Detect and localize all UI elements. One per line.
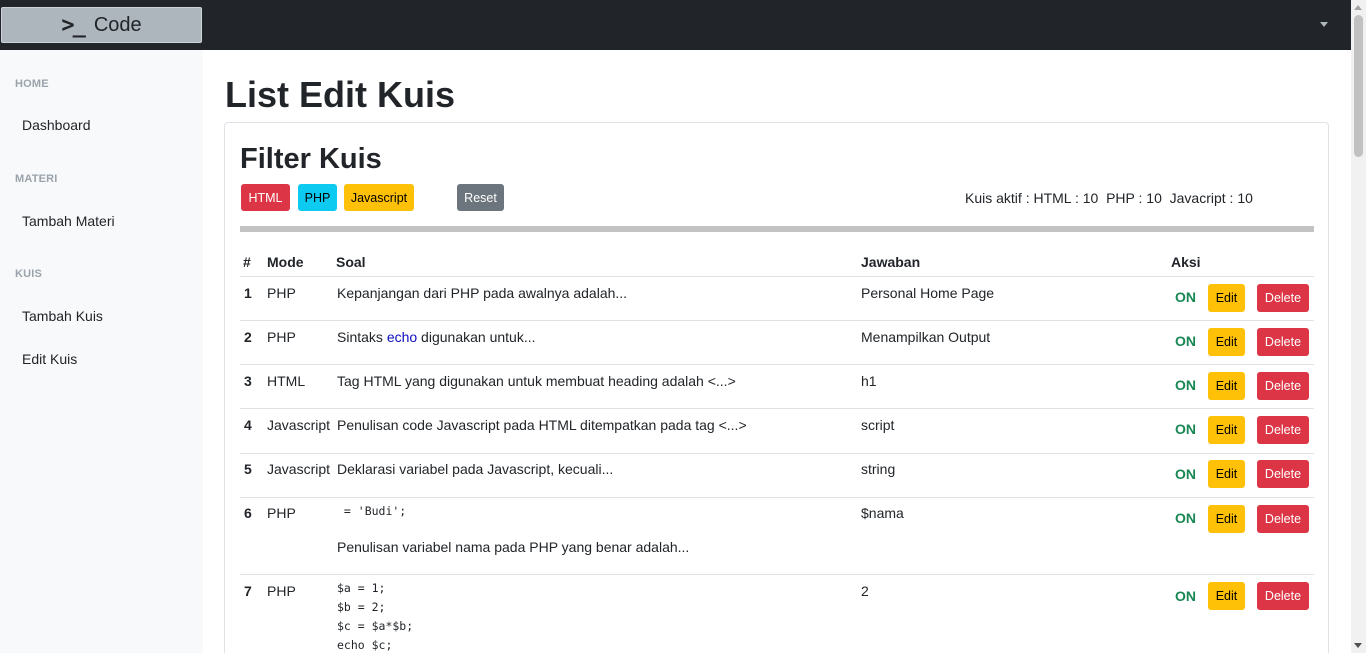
row-question-code: = 'Budi'; [337, 504, 407, 518]
row-answer: Personal Home Page [861, 285, 995, 301]
status-toggle[interactable]: ON [1175, 289, 1196, 305]
filter-divider [240, 226, 1314, 232]
sidebar-heading-home: HOME [15, 78, 49, 90]
edit-button[interactable]: Edit [1208, 284, 1245, 312]
top-navbar: >_ Code [0, 0, 1366, 50]
row-divider [240, 320, 1314, 321]
edit-button[interactable]: Edit [1208, 582, 1245, 610]
status-toggle[interactable]: ON [1175, 466, 1196, 482]
brand-button[interactable]: >_ Code [1, 7, 202, 43]
row-question: Penulisan variabel nama pada PHP yang be… [337, 539, 690, 555]
status-toggle[interactable]: ON [1175, 510, 1196, 526]
edit-button[interactable]: Edit [1208, 416, 1245, 444]
row-number: 4 [244, 417, 252, 433]
caret-down-icon[interactable] [1320, 22, 1328, 27]
sidebar-heading-kuis: KUIS [15, 268, 43, 280]
sidebar-item-edit-kuis[interactable]: Edit Kuis [22, 351, 77, 367]
row-mode: HTML [267, 373, 306, 389]
row-answer: 2 [861, 583, 869, 599]
filter-php-button[interactable]: PHP [298, 184, 337, 211]
sidebar-item-dashboard[interactable]: Dashboard [22, 117, 91, 133]
column-header-aksi: Aksi [1171, 254, 1201, 270]
delete-button[interactable]: Delete [1257, 416, 1309, 444]
row-number: 5 [244, 461, 252, 477]
row-question: Tag HTML yang digunakan untuk membuat he… [337, 373, 736, 389]
column-header-jawaban: Jawaban [861, 254, 921, 270]
question-text: digunakan untuk... [417, 329, 536, 345]
delete-button[interactable]: Delete [1257, 582, 1309, 610]
question-keyword: echo [386, 329, 418, 345]
row-question: Deklarasi variabel pada Javascript, kecu… [337, 461, 614, 477]
status-toggle[interactable]: ON [1175, 421, 1196, 437]
sidebar: HOME Dashboard MATERI Tambah Materi KUIS… [0, 50, 203, 653]
row-number: 6 [244, 505, 252, 521]
row-answer: string [861, 461, 896, 477]
row-question: Penulisan code Javascript pada HTML dite… [337, 417, 747, 433]
row-mode: PHP [267, 583, 296, 599]
question-text: Sintaks [337, 329, 387, 345]
row-divider [240, 574, 1314, 575]
row-divider [240, 364, 1314, 365]
row-divider [240, 453, 1314, 454]
row-divider [240, 408, 1314, 409]
delete-button[interactable]: Delete [1257, 505, 1309, 533]
row-question: Kepanjangan dari PHP pada awalnya adalah… [337, 285, 628, 301]
row-answer: Menampilkan Output [861, 329, 991, 345]
row-mode: PHP [267, 329, 296, 345]
delete-button[interactable]: Delete [1257, 460, 1309, 488]
row-mode: PHP [267, 285, 296, 301]
status-toggle[interactable]: ON [1175, 333, 1196, 349]
row-answer: script [861, 417, 895, 433]
delete-button[interactable]: Delete [1257, 328, 1309, 356]
row-mode: Javascript [267, 417, 331, 433]
table-header-divider [240, 276, 1314, 277]
filter-title: Filter Kuis [240, 143, 382, 175]
brand-label: Code [93, 13, 142, 36]
row-number: 2 [244, 329, 252, 345]
active-quiz-summary: Kuis aktif : HTML : 10 PHP : 10 Javacrip… [965, 190, 1253, 206]
column-header-num: # [243, 254, 251, 270]
terminal-icon: >_ [61, 12, 85, 38]
status-toggle[interactable]: ON [1175, 588, 1196, 604]
row-mode: Javascript [267, 461, 331, 477]
edit-button[interactable]: Edit [1208, 505, 1245, 533]
row-mode: PHP [267, 505, 296, 521]
page-title: List Edit Kuis [225, 74, 456, 115]
row-number: 3 [244, 373, 252, 389]
delete-button[interactable]: Delete [1257, 284, 1309, 312]
sidebar-heading-materi: MATERI [15, 173, 58, 185]
row-question: Sintaks echo digunakan untuk... [337, 329, 535, 345]
scroll-up-icon[interactable] [1354, 5, 1362, 10]
sidebar-item-tambah-kuis[interactable]: Tambah Kuis [22, 308, 103, 324]
column-header-mode: Mode [267, 254, 304, 270]
scroll-thumb[interactable] [1354, 15, 1363, 157]
page-scrollbar[interactable] [1351, 0, 1366, 653]
row-number: 7 [244, 583, 252, 599]
edit-button[interactable]: Edit [1208, 460, 1245, 488]
scroll-down-icon[interactable] [1354, 643, 1362, 648]
filter-javascript-button[interactable]: Javascript [344, 184, 414, 211]
column-header-soal: Soal [336, 254, 366, 270]
delete-button[interactable]: Delete [1257, 372, 1309, 400]
sidebar-item-tambah-materi[interactable]: Tambah Materi [22, 213, 115, 229]
row-divider [240, 497, 1314, 498]
edit-button[interactable]: Edit [1208, 372, 1245, 400]
filter-reset-button[interactable]: Reset [457, 184, 504, 211]
edit-button[interactable]: Edit [1208, 328, 1245, 356]
row-answer: $nama [861, 505, 904, 521]
filter-html-button[interactable]: HTML [241, 184, 290, 211]
row-number: 1 [244, 285, 252, 301]
status-toggle[interactable]: ON [1175, 377, 1196, 393]
row-question-code: $a = 1; $b = 2; $c = $a*$b; echo $c; [337, 581, 414, 652]
row-answer: h1 [861, 373, 877, 389]
